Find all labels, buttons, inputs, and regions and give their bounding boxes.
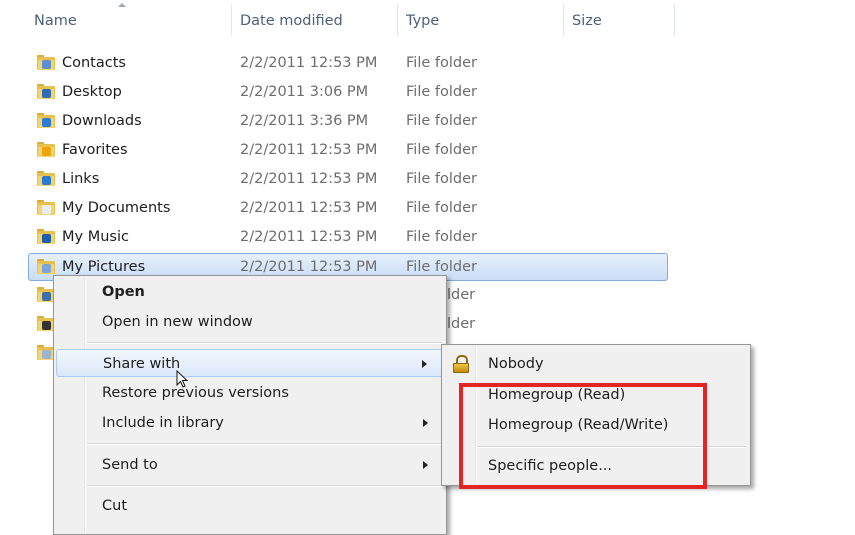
- file-type: File folder: [406, 200, 477, 216]
- column-name-header[interactable]: Name: [26, 0, 231, 40]
- submenu-arrow-icon: [423, 419, 428, 427]
- menu-separator-highlight: [87, 486, 442, 487]
- file-type: File folder: [406, 113, 477, 129]
- file-type: File folder: [406, 171, 477, 187]
- downloads-folder-icon: [37, 113, 55, 129]
- file-type: File folder: [406, 229, 477, 245]
- column-type-header[interactable]: Type: [398, 0, 563, 40]
- file-row[interactable]: Contacts 2/2/2011 12:53 PM File folder: [0, 49, 670, 78]
- file-type: lder: [447, 316, 476, 332]
- pictures-folder-icon: [37, 259, 55, 275]
- file-type: lder: [447, 287, 476, 303]
- file-type: File folder: [406, 55, 477, 71]
- file-row[interactable]: My Documents 2/2/2011 12:53 PM File folder: [0, 194, 670, 223]
- menu-item-label: Cut: [102, 498, 127, 514]
- file-date-modified: 2/2/2011 3:06 PM: [240, 84, 369, 100]
- menu-item-open-new-window[interactable]: Open in new window: [56, 308, 444, 336]
- menu-item-label: Send to: [102, 457, 158, 473]
- file-name: My Music: [62, 229, 129, 245]
- mouse-cursor-icon: [176, 370, 189, 388]
- favorites-folder-icon: [37, 142, 55, 158]
- file-row[interactable]: Favorites 2/2/2011 12:53 PM File folder: [0, 136, 670, 165]
- lock-icon: [452, 355, 470, 373]
- menu-item-include-in-library[interactable]: Include in library: [56, 409, 444, 437]
- documents-folder-icon: [37, 200, 55, 216]
- context-menu: Open Open in new window Share with Resto…: [53, 275, 447, 535]
- column-header: Name Date modified Type Size: [0, 0, 855, 40]
- file-name: Links: [62, 171, 100, 187]
- file-date-modified: 2/2/2011 12:53 PM: [240, 142, 378, 158]
- menu-item-label: Open in new window: [102, 314, 253, 330]
- file-row[interactable]: Desktop 2/2/2011 3:06 PM File folder: [0, 78, 670, 107]
- column-date-header[interactable]: Date modified: [232, 0, 397, 40]
- file-date-modified: 2/2/2011 12:53 PM: [240, 229, 378, 245]
- file-row[interactable]: Links 2/2/2011 12:53 PM File folder: [0, 165, 670, 194]
- menu-separator-highlight: [87, 444, 442, 445]
- menu-item-label: Restore previous versions: [102, 385, 289, 401]
- column-divider[interactable]: [674, 4, 675, 36]
- file-name: Favorites: [62, 142, 128, 158]
- file-date-modified: 2/2/2011 12:53 PM: [240, 55, 378, 71]
- file-date-modified: 2/2/2011 3:36 PM: [240, 113, 369, 129]
- submenu-arrow-icon: [423, 461, 428, 469]
- music-folder-icon: [37, 229, 55, 245]
- file-date-modified: 2/2/2011 12:53 PM: [240, 200, 378, 216]
- column-size-header[interactable]: Size: [564, 0, 674, 40]
- file-type: File folder: [406, 142, 477, 158]
- share-nobody-item[interactable]: Nobody: [444, 350, 748, 378]
- file-type: File folder: [406, 84, 477, 100]
- file-row[interactable]: My Music 2/2/2011 12:53 PM File folder: [0, 223, 670, 252]
- menu-item-label: Include in library: [102, 415, 224, 431]
- menu-item-restore-previous-versions[interactable]: Restore previous versions: [56, 379, 444, 407]
- menu-item-cut[interactable]: Cut: [56, 492, 444, 520]
- file-name: Desktop: [62, 84, 122, 100]
- file-row[interactable]: Downloads 2/2/2011 3:36 PM File folder: [0, 107, 670, 136]
- contacts-folder-icon: [37, 55, 55, 71]
- menu-item-open[interactable]: Open: [56, 278, 444, 306]
- file-name: Downloads: [62, 113, 142, 129]
- links-folder-icon: [37, 171, 55, 187]
- menu-item-send-to[interactable]: Send to: [56, 451, 444, 479]
- desktop-folder-icon: [37, 84, 55, 100]
- menu-item-label: Share with: [103, 356, 181, 372]
- menu-item-share-with[interactable]: Share with: [56, 349, 444, 377]
- menu-item-label: Open: [102, 284, 145, 300]
- file-name: My Documents: [62, 200, 171, 216]
- file-name: Contacts: [62, 55, 126, 71]
- annotation-highlight-box: [459, 383, 707, 489]
- file-date-modified: 2/2/2011 12:53 PM: [240, 171, 378, 187]
- menu-item-label: Nobody: [488, 356, 544, 372]
- submenu-arrow-icon: [422, 360, 427, 368]
- menu-separator-highlight: [87, 343, 442, 344]
